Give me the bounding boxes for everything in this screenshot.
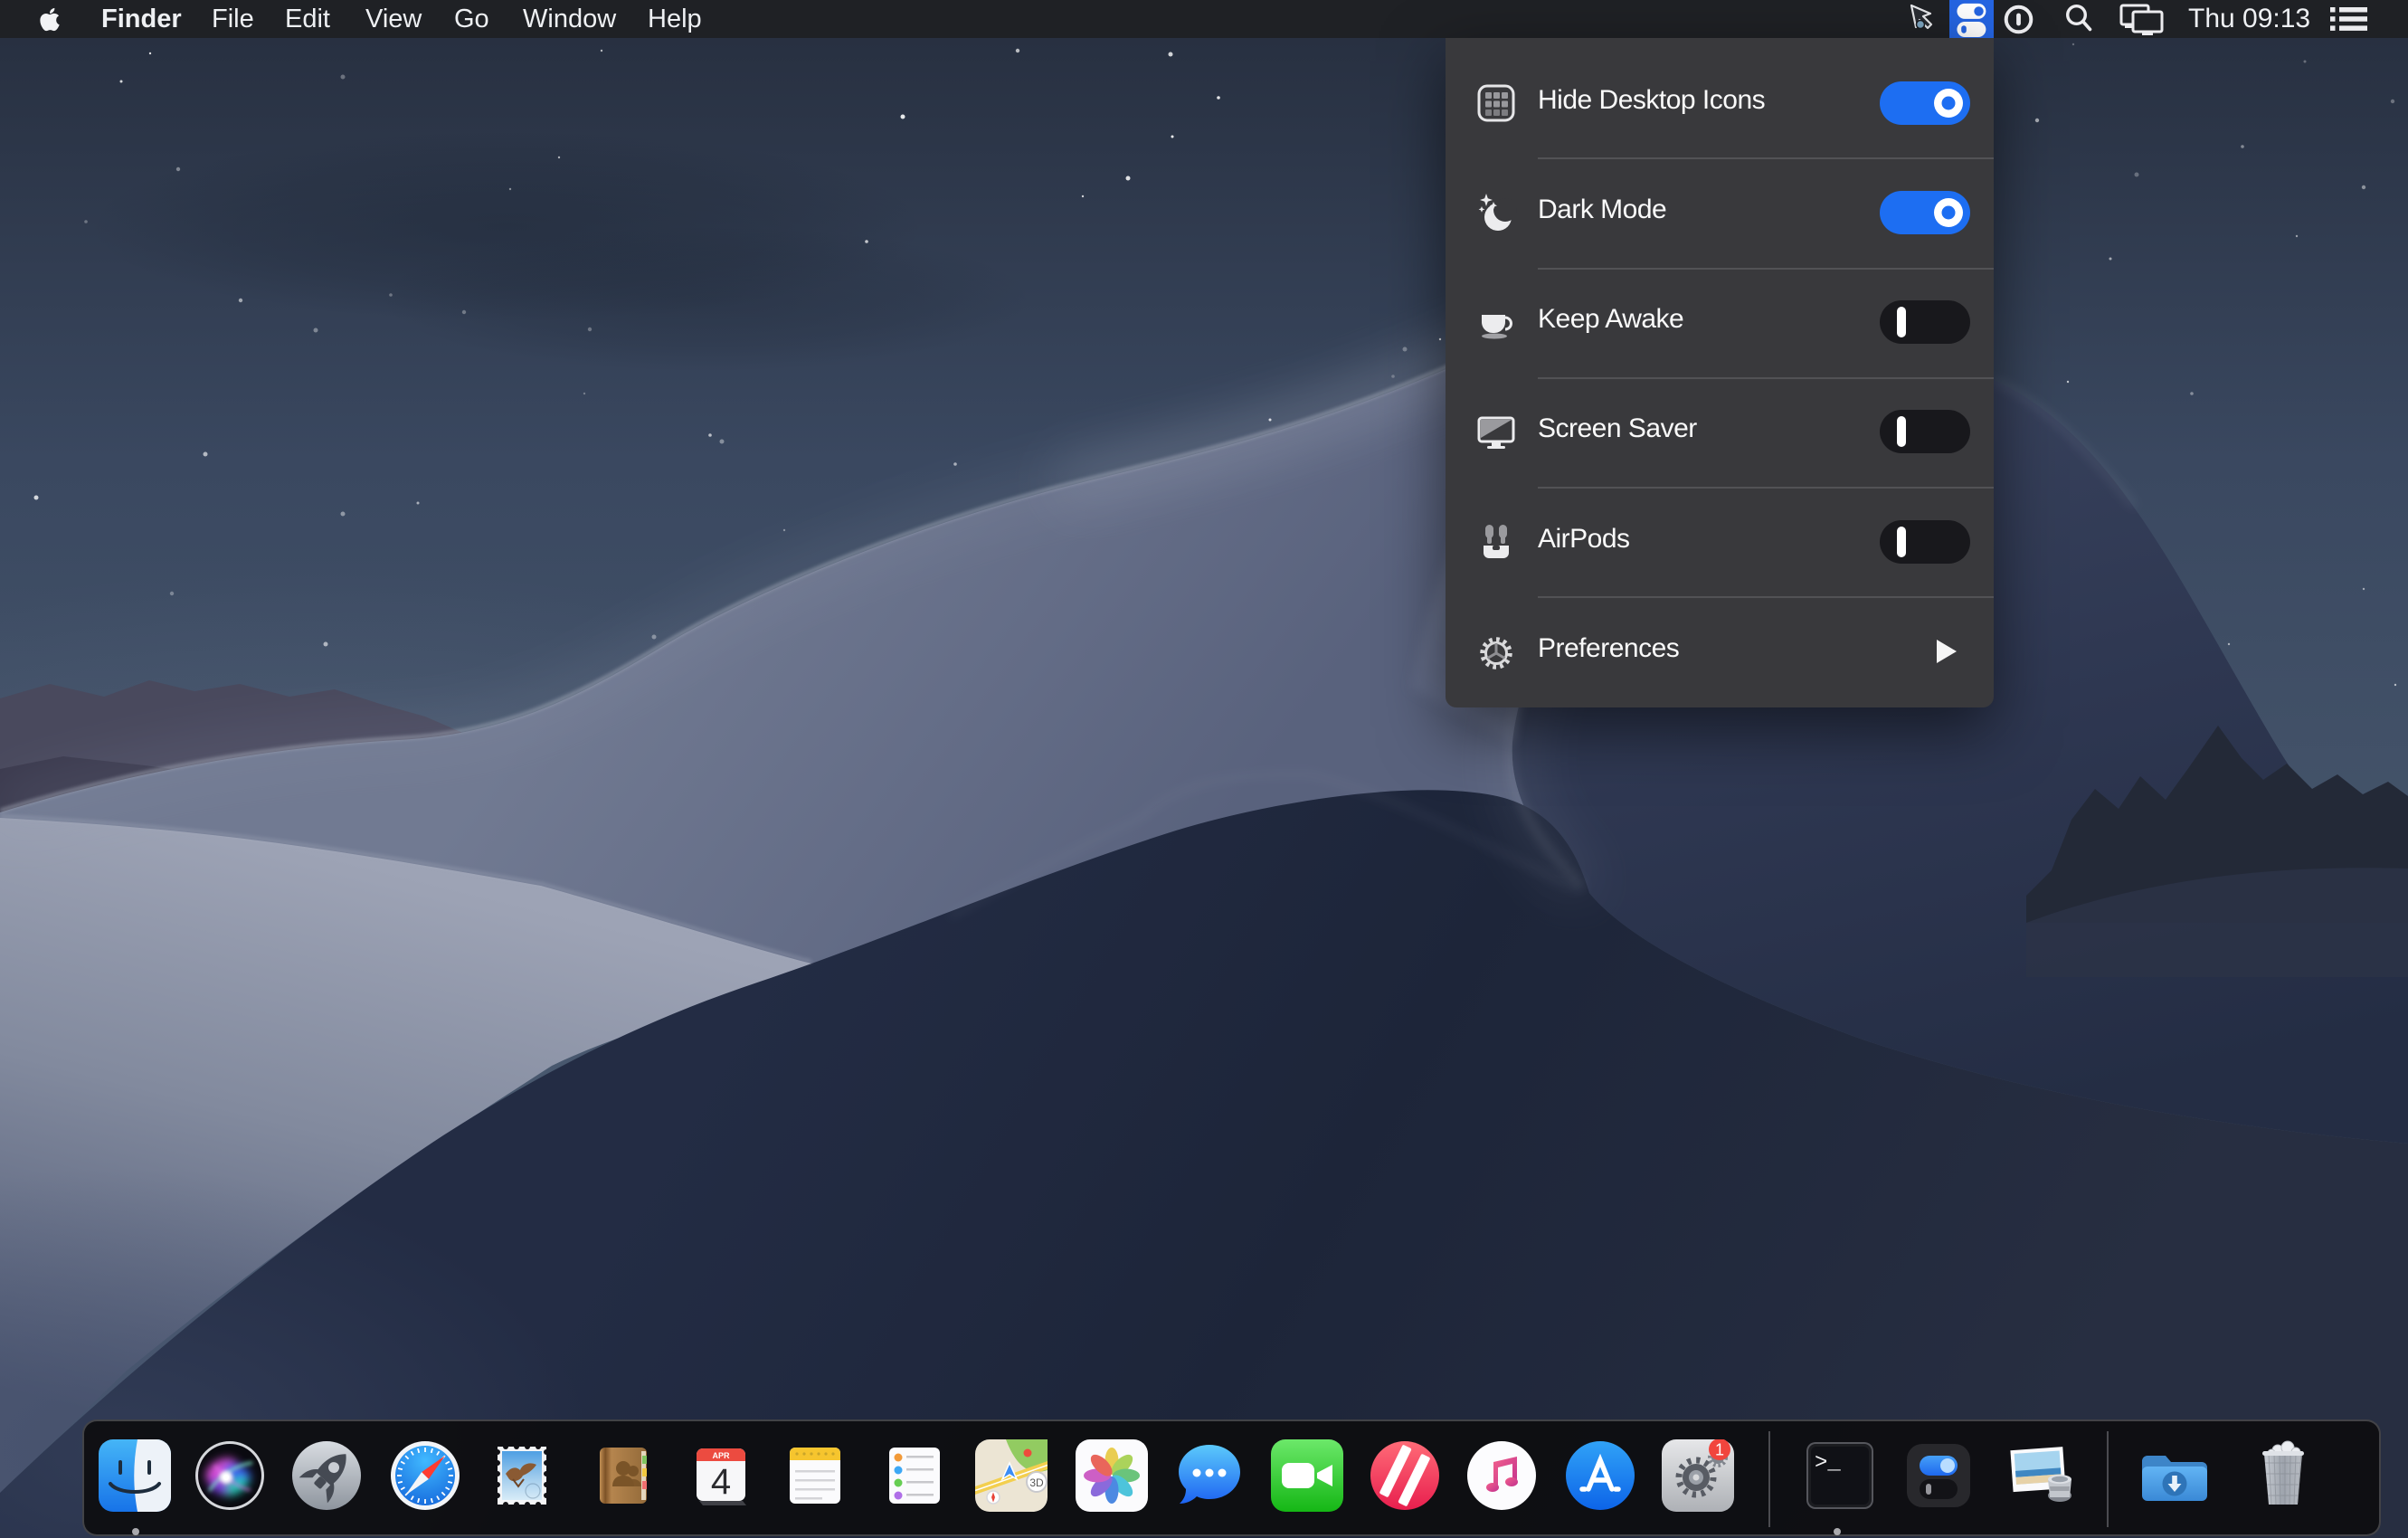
svg-text:1: 1: [1715, 1441, 1724, 1459]
svg-text:3D: 3D: [1029, 1476, 1044, 1489]
svg-text:4: 4: [711, 1462, 731, 1502]
svg-text:>_: >_: [1815, 1451, 1841, 1476]
svg-text:APR: APR: [712, 1451, 730, 1460]
